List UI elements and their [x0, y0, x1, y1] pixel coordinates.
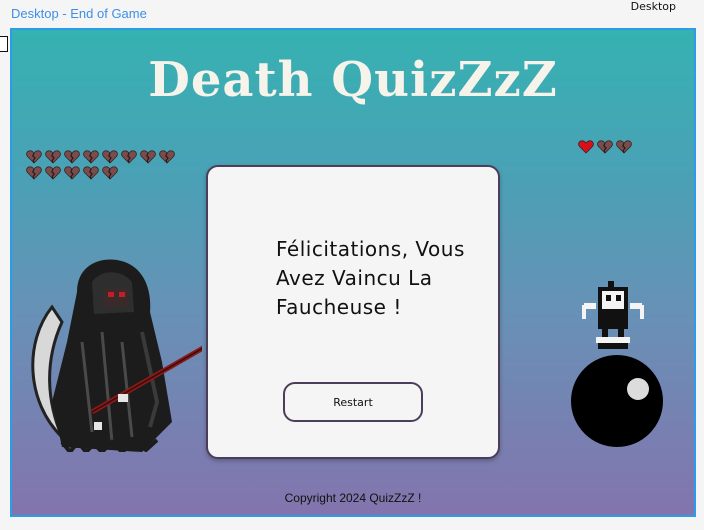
result-card: Félicitations, Vous Avez Vaincu La Fauch…	[206, 165, 500, 459]
device-label: Desktop	[630, 0, 676, 13]
lives-remaining	[578, 140, 632, 154]
broken-heart-icon	[45, 166, 61, 180]
broken-heart-icon	[64, 166, 80, 180]
copyright: Copyright 2024 QuizZzZ !	[284, 491, 422, 505]
broken-heart-icon	[102, 150, 118, 164]
broken-heart-icon	[83, 150, 99, 164]
restart-button[interactable]: Restart	[283, 382, 423, 422]
lost-lives-left	[26, 150, 186, 180]
game-frame: Death QuizZzZ Félicitations, Vous Avez V…	[10, 28, 696, 517]
frame-resize-handle[interactable]	[0, 36, 8, 52]
heart-icon	[578, 140, 594, 154]
victory-message: Félicitations, Vous Avez Vaincu La Fauch…	[276, 237, 465, 319]
game-logo: Death QuizZzZ	[148, 52, 558, 108]
broken-heart-icon	[26, 166, 42, 180]
broken-heart-icon	[121, 150, 137, 164]
frame-title[interactable]: Desktop - End of Game	[11, 6, 147, 21]
bomb-character-icon	[571, 281, 663, 447]
broken-heart-icon	[140, 150, 156, 164]
broken-heart-icon	[597, 140, 613, 154]
broken-heart-icon	[159, 150, 175, 164]
broken-heart-icon	[102, 166, 118, 180]
grim-reaper-icon	[31, 259, 202, 452]
broken-heart-icon	[64, 150, 80, 164]
broken-heart-icon	[45, 150, 61, 164]
broken-heart-icon	[26, 150, 42, 164]
broken-heart-icon	[616, 140, 632, 154]
broken-heart-icon	[83, 166, 99, 180]
